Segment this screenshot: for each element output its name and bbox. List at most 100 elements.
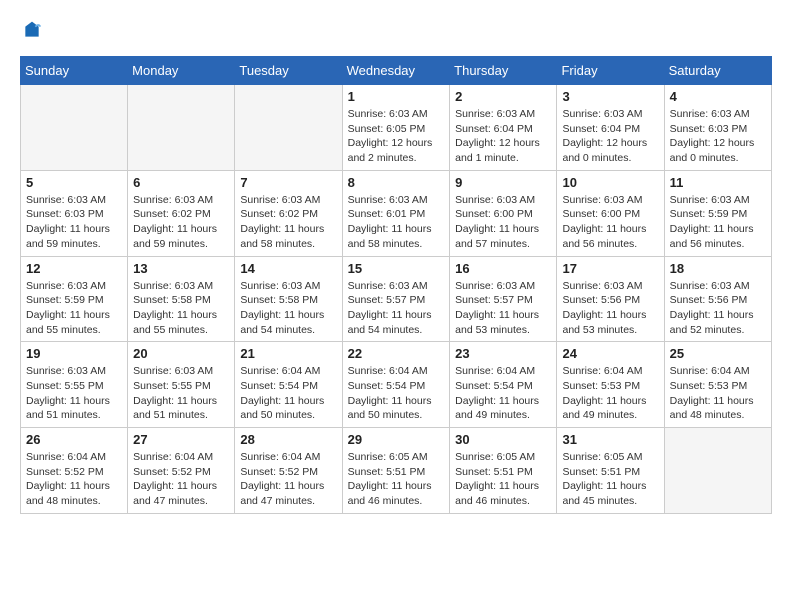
day-number: 18: [670, 261, 766, 276]
day-info: Sunrise: 6:03 AM Sunset: 5:58 PM Dayligh…: [133, 279, 229, 338]
weekday-header-monday: Monday: [128, 57, 235, 85]
calendar-cell: 22 Sunrise: 6:04 AM Sunset: 5:54 PM Dayli…: [342, 342, 450, 428]
day-info: Sunrise: 6:03 AM Sunset: 6:00 PM Dayligh…: [562, 193, 658, 252]
day-number: 2: [455, 89, 551, 104]
day-number: 28: [240, 432, 336, 447]
weekday-header-sunday: Sunday: [21, 57, 128, 85]
calendar-cell: 4 Sunrise: 6:03 AM Sunset: 6:03 PM Daylig…: [664, 85, 771, 171]
day-info: Sunrise: 6:03 AM Sunset: 5:59 PM Dayligh…: [670, 193, 766, 252]
calendar-cell: 1Sunrise: 6:03 AM Sunset: 6:05 PM Daylig…: [342, 85, 450, 171]
day-info: Sunrise: 6:05 AM Sunset: 5:51 PM Dayligh…: [455, 450, 551, 509]
calendar-cell: 29 Sunrise: 6:05 AM Sunset: 5:51 PM Dayli…: [342, 428, 450, 514]
header: [20, 20, 772, 40]
day-info: Sunrise: 6:03 AM Sunset: 6:02 PM Dayligh…: [240, 193, 336, 252]
day-info: Sunrise: 6:03 AM Sunset: 6:00 PM Dayligh…: [455, 193, 551, 252]
day-info: Sunrise: 6:04 AM Sunset: 5:53 PM Dayligh…: [670, 364, 766, 423]
calendar-cell: 15 Sunrise: 6:03 AM Sunset: 5:57 PM Dayli…: [342, 256, 450, 342]
logo-icon: [22, 20, 42, 40]
calendar-week-2: 5Sunrise: 6:03 AM Sunset: 6:03 PM Daylig…: [21, 170, 772, 256]
day-number: 19: [26, 346, 122, 361]
day-number: 30: [455, 432, 551, 447]
day-info: Sunrise: 6:03 AM Sunset: 5:58 PM Dayligh…: [240, 279, 336, 338]
day-number: 20: [133, 346, 229, 361]
day-info: Sunrise: 6:04 AM Sunset: 5:52 PM Dayligh…: [240, 450, 336, 509]
day-info: Sunrise: 6:04 AM Sunset: 5:54 PM Dayligh…: [455, 364, 551, 423]
calendar-cell: 3 Sunrise: 6:03 AM Sunset: 6:04 PM Daylig…: [557, 85, 664, 171]
day-info: Sunrise: 6:04 AM Sunset: 5:53 PM Dayligh…: [562, 364, 658, 423]
day-number: 11: [670, 175, 766, 190]
day-info: Sunrise: 6:03 AM Sunset: 5:57 PM Dayligh…: [348, 279, 445, 338]
calendar-cell: 31 Sunrise: 6:05 AM Sunset: 5:51 PM Dayli…: [557, 428, 664, 514]
day-info: Sunrise: 6:03 AM Sunset: 5:56 PM Dayligh…: [670, 279, 766, 338]
day-number: 13: [133, 261, 229, 276]
calendar-cell: 9Sunrise: 6:03 AM Sunset: 6:00 PM Daylig…: [450, 170, 557, 256]
day-number: 6: [133, 175, 229, 190]
day-number: 15: [348, 261, 445, 276]
day-number: 12: [26, 261, 122, 276]
day-number: 26: [26, 432, 122, 447]
calendar-week-3: 12 Sunrise: 6:03 AM Sunset: 5:59 PM Dayli…: [21, 256, 772, 342]
day-number: 8: [348, 175, 445, 190]
calendar: SundayMondayTuesdayWednesdayThursdayFrid…: [20, 56, 772, 514]
day-number: 27: [133, 432, 229, 447]
day-number: 21: [240, 346, 336, 361]
weekday-header-saturday: Saturday: [664, 57, 771, 85]
calendar-cell: 11 Sunrise: 6:03 AM Sunset: 5:59 PM Dayli…: [664, 170, 771, 256]
calendar-cell: 27Sunrise: 6:04 AM Sunset: 5:52 PM Dayli…: [128, 428, 235, 514]
calendar-cell: 16 Sunrise: 6:03 AM Sunset: 5:57 PM Dayli…: [450, 256, 557, 342]
day-number: 24: [562, 346, 658, 361]
calendar-cell: 20 Sunrise: 6:03 AM Sunset: 5:55 PM Dayli…: [128, 342, 235, 428]
calendar-cell: 14 Sunrise: 6:03 AM Sunset: 5:58 PM Dayli…: [235, 256, 342, 342]
day-number: 25: [670, 346, 766, 361]
calendar-cell: 10 Sunrise: 6:03 AM Sunset: 6:00 PM Dayli…: [557, 170, 664, 256]
day-number: 29: [348, 432, 445, 447]
day-number: 23: [455, 346, 551, 361]
calendar-cell: 18 Sunrise: 6:03 AM Sunset: 5:56 PM Dayli…: [664, 256, 771, 342]
calendar-cell: 28 Sunrise: 6:04 AM Sunset: 5:52 PM Dayli…: [235, 428, 342, 514]
weekday-header-thursday: Thursday: [450, 57, 557, 85]
day-info: Sunrise: 6:05 AM Sunset: 5:51 PM Dayligh…: [562, 450, 658, 509]
day-number: 22: [348, 346, 445, 361]
calendar-cell: [235, 85, 342, 171]
day-info: Sunrise: 6:03 AM Sunset: 5:55 PM Dayligh…: [133, 364, 229, 423]
calendar-cell: 25 Sunrise: 6:04 AM Sunset: 5:53 PM Dayli…: [664, 342, 771, 428]
day-info: Sunrise: 6:04 AM Sunset: 5:54 PM Dayligh…: [240, 364, 336, 423]
day-info: Sunrise: 6:03 AM Sunset: 6:03 PM Dayligh…: [26, 193, 122, 252]
calendar-cell: 13 Sunrise: 6:03 AM Sunset: 5:58 PM Dayli…: [128, 256, 235, 342]
day-info: Sunrise: 6:05 AM Sunset: 5:51 PM Dayligh…: [348, 450, 445, 509]
day-number: 4: [670, 89, 766, 104]
calendar-cell: 12 Sunrise: 6:03 AM Sunset: 5:59 PM Dayli…: [21, 256, 128, 342]
calendar-week-1: 1Sunrise: 6:03 AM Sunset: 6:05 PM Daylig…: [21, 85, 772, 171]
weekday-header-row: SundayMondayTuesdayWednesdayThursdayFrid…: [21, 57, 772, 85]
day-number: 31: [562, 432, 658, 447]
day-number: 10: [562, 175, 658, 190]
calendar-cell: 5Sunrise: 6:03 AM Sunset: 6:03 PM Daylig…: [21, 170, 128, 256]
day-info: Sunrise: 6:03 AM Sunset: 5:59 PM Dayligh…: [26, 279, 122, 338]
weekday-header-tuesday: Tuesday: [235, 57, 342, 85]
calendar-cell: 21 Sunrise: 6:04 AM Sunset: 5:54 PM Dayli…: [235, 342, 342, 428]
calendar-cell: [128, 85, 235, 171]
weekday-header-wednesday: Wednesday: [342, 57, 450, 85]
day-number: 3: [562, 89, 658, 104]
day-info: Sunrise: 6:03 AM Sunset: 6:02 PM Dayligh…: [133, 193, 229, 252]
day-info: Sunrise: 6:03 AM Sunset: 6:04 PM Dayligh…: [455, 107, 551, 166]
day-number: 16: [455, 261, 551, 276]
logo: [20, 20, 42, 40]
calendar-cell: 6 Sunrise: 6:03 AM Sunset: 6:02 PM Daylig…: [128, 170, 235, 256]
day-info: Sunrise: 6:03 AM Sunset: 5:57 PM Dayligh…: [455, 279, 551, 338]
day-info: Sunrise: 6:03 AM Sunset: 6:04 PM Dayligh…: [562, 107, 658, 166]
calendar-cell: [21, 85, 128, 171]
day-number: 14: [240, 261, 336, 276]
calendar-week-5: 26 Sunrise: 6:04 AM Sunset: 5:52 PM Dayli…: [21, 428, 772, 514]
day-info: Sunrise: 6:03 AM Sunset: 6:03 PM Dayligh…: [670, 107, 766, 166]
day-info: Sunrise: 6:03 AM Sunset: 5:55 PM Dayligh…: [26, 364, 122, 423]
weekday-header-friday: Friday: [557, 57, 664, 85]
calendar-cell: 2 Sunrise: 6:03 AM Sunset: 6:04 PM Daylig…: [450, 85, 557, 171]
day-info: Sunrise: 6:03 AM Sunset: 6:01 PM Dayligh…: [348, 193, 445, 252]
day-info: Sunrise: 6:04 AM Sunset: 5:54 PM Dayligh…: [348, 364, 445, 423]
calendar-cell: 17Sunrise: 6:03 AM Sunset: 5:56 PM Dayli…: [557, 256, 664, 342]
calendar-week-4: 19 Sunrise: 6:03 AM Sunset: 5:55 PM Dayli…: [21, 342, 772, 428]
day-number: 17: [562, 261, 658, 276]
calendar-cell: 23 Sunrise: 6:04 AM Sunset: 5:54 PM Dayli…: [450, 342, 557, 428]
calendar-cell: 30 Sunrise: 6:05 AM Sunset: 5:51 PM Dayli…: [450, 428, 557, 514]
